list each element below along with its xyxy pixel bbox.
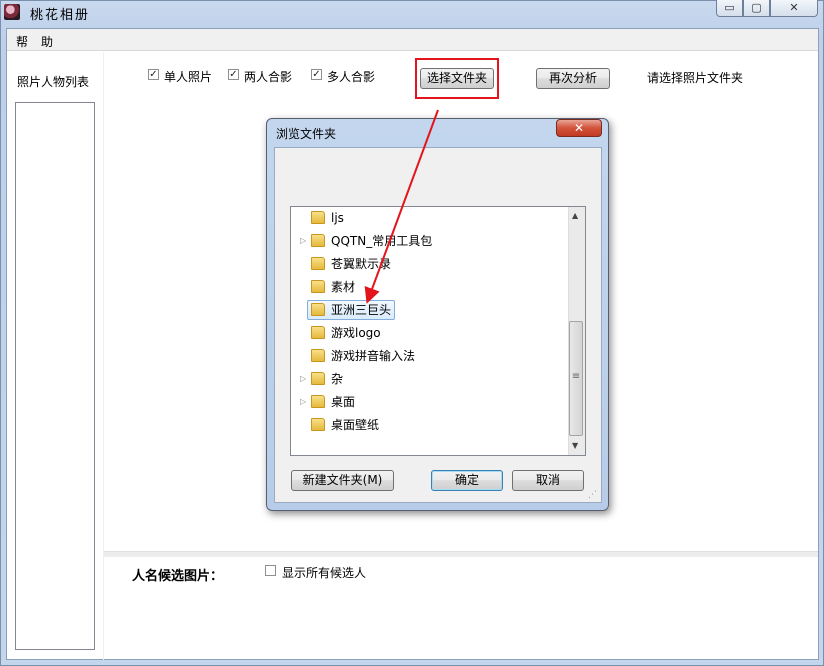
folder-icon (311, 257, 325, 270)
folder-item[interactable]: ▷ QQTN_常用工具包 (300, 231, 560, 251)
folder-item[interactable]: ljs (300, 208, 560, 228)
menu-help-char2[interactable]: 助 (41, 33, 53, 50)
folder-item[interactable]: 桌面壁纸 (300, 415, 560, 435)
single-photo-label: 单人照片 (164, 70, 213, 84)
new-folder-button[interactable]: 新建文件夹(M) (291, 470, 394, 491)
left-panel-divider (103, 52, 104, 660)
highlight-box (415, 58, 499, 99)
expand-arrow-icon[interactable]: ▷ (300, 392, 310, 412)
folder-item[interactable]: 素材 (300, 277, 560, 297)
ok-button[interactable]: 确定 (431, 470, 503, 491)
folder-item[interactable]: ▷ 杂 (300, 369, 560, 389)
folder-item[interactable]: ▷ 桌面 (300, 392, 560, 412)
reanalyze-button[interactable]: 再次分析 (536, 68, 610, 89)
folder-name: 游戏logo (331, 326, 381, 340)
scroll-up-icon[interactable]: ▲ (572, 211, 578, 220)
folder-icon (311, 326, 325, 339)
horizontal-splitter[interactable] (104, 551, 818, 557)
cancel-button[interactable]: 取消 (512, 470, 584, 491)
folder-icon (311, 372, 325, 385)
single-photo-checkbox[interactable]: ✓ (148, 69, 159, 80)
folder-icon (311, 234, 325, 247)
folder-item[interactable]: 苍翼默示录 (300, 254, 560, 274)
group-photo-checkbox[interactable]: ✓ (311, 69, 322, 80)
title-bar: 桃花相册 (0, 0, 824, 28)
folder-icon (311, 280, 325, 293)
group-photo-label: 多人合影 (327, 70, 376, 84)
folder-name: 素材 (331, 280, 356, 294)
show-all-checkbox[interactable] (265, 565, 276, 576)
folder-item[interactable]: 游戏拼音输入法 (300, 346, 560, 366)
folder-icon (311, 303, 325, 316)
maximize-button[interactable]: ▢ (743, 0, 770, 17)
scroll-down-icon[interactable]: ▼ (572, 441, 578, 450)
two-people-checkbox[interactable]: ✓ (228, 69, 239, 80)
folder-name: 杂 (331, 372, 344, 386)
folder-name: 桌面 (331, 395, 356, 409)
status-text: 请选择照片文件夹 (647, 71, 744, 85)
folder-item[interactable]: 游戏logo (300, 323, 560, 343)
sidebar-label: 照片人物列表 (17, 75, 90, 89)
app-icon (4, 4, 20, 20)
folder-item[interactable]: 亚洲三巨头 (300, 300, 560, 320)
folder-name: 亚洲三巨头 (331, 303, 392, 317)
menu-help-char1[interactable]: 帮 (16, 33, 28, 50)
folder-icon (311, 418, 325, 431)
maximize-icon: ▢ (751, 1, 762, 14)
dialog-close-button[interactable]: ✕ (556, 119, 602, 137)
minimize-button[interactable]: ▭ (716, 0, 743, 17)
two-people-label: 两人合影 (244, 70, 293, 84)
window-title: 桃花相册 (30, 8, 91, 23)
expand-arrow-icon[interactable]: ▷ (300, 231, 310, 251)
folder-icon (311, 349, 325, 362)
folder-icon (311, 211, 325, 224)
folder-name: 苍翼默示录 (331, 257, 392, 271)
close-icon: ✕ (789, 1, 799, 14)
show-all-label: 显示所有候选人 (282, 566, 367, 580)
folder-icon (311, 395, 325, 408)
folder-name: QQTN_常用工具包 (331, 234, 433, 248)
minimize-icon: ▭ (724, 1, 735, 14)
folder-name: 游戏拼音输入法 (331, 349, 416, 363)
resize-grip-icon[interactable]: ⋰ (588, 490, 597, 500)
candidate-images-label: 人名候选图片： (132, 569, 224, 584)
scroll-thumb[interactable]: ≡ (569, 321, 583, 436)
close-icon: ✕ (573, 121, 585, 135)
person-list[interactable] (15, 102, 95, 650)
menu-bar (7, 29, 818, 51)
close-button[interactable]: ✕ (770, 0, 818, 17)
scroll-grip-icon: ≡ (571, 371, 581, 382)
expand-arrow-icon[interactable]: ▷ (300, 369, 310, 389)
folder-name: 桌面壁纸 (331, 418, 380, 432)
dialog-title: 浏览文件夹 (276, 127, 337, 141)
folder-name: ljs (331, 211, 344, 225)
